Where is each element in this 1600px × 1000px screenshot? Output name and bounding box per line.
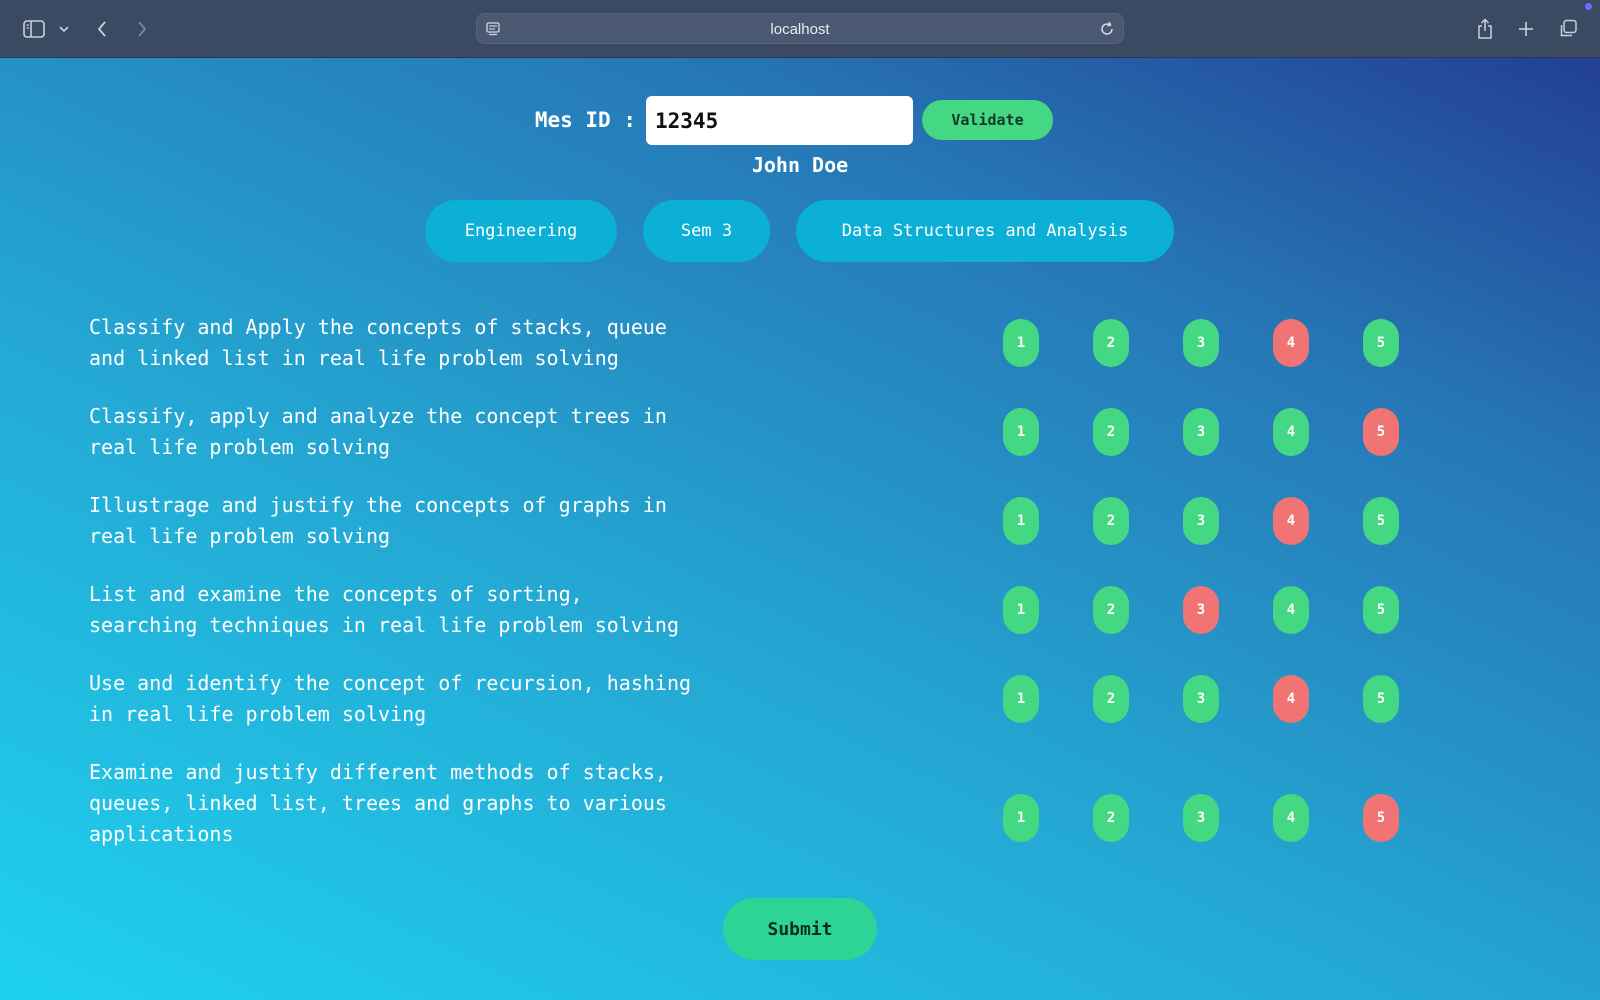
question-text-line: Classify, apply and analyze the concept … [89,404,667,428]
rating-option-3[interactable]: 3 [1183,497,1219,545]
user-name: John Doe [751,153,849,177]
rating-option-2[interactable]: 2 [1093,586,1129,634]
question-text-line: Illustrage and justify the concepts of g… [89,493,667,517]
id-label: Mes ID : [534,108,636,132]
question-text-line: Examine and justify different methods of… [89,760,667,784]
new-tab-icon[interactable] [1516,16,1536,42]
question-text: Illustrage and justify the concepts of g… [89,490,729,552]
submit-button[interactable]: Submit [723,898,877,960]
sidebar-toggle-icon[interactable] [20,16,48,42]
rating-option-5[interactable]: 5 [1363,319,1399,367]
rating-option-4[interactable]: 4 [1273,675,1309,723]
rating-option-4[interactable]: 4 [1273,497,1309,545]
rating-option-4[interactable]: 4 [1273,408,1309,456]
page-content: Mes ID : Validate John Doe Engineering S… [0,58,1600,1000]
question-text-line: Classify and Apply the concepts of stack… [89,315,667,339]
mes-id-input[interactable] [646,96,913,145]
rating-options: 1 2 3 4 5 [1003,794,1423,842]
question-text-line: real life problem solving [89,435,391,459]
rating-options: 1 2 3 4 5 [1003,586,1423,634]
share-icon[interactable] [1474,16,1496,42]
tag-semester[interactable]: Sem 3 [643,200,770,262]
rating-option-2[interactable]: 2 [1093,675,1129,723]
rating-option-1[interactable]: 1 [1003,319,1039,367]
chevron-down-icon[interactable] [56,16,72,42]
rating-options: 1 2 3 4 5 [1003,319,1423,367]
rating-option-5[interactable]: 5 [1363,794,1399,842]
rating-option-1[interactable]: 1 [1003,497,1039,545]
browser-toolbar: localhost [0,0,1600,58]
forward-icon[interactable] [132,16,152,42]
tag-group: Engineering Sem 3 Data Structures and An… [0,200,1600,262]
rating-option-5[interactable]: 5 [1363,586,1399,634]
rating-option-1[interactable]: 1 [1003,794,1039,842]
rating-option-3[interactable]: 3 [1183,586,1219,634]
question-text-line: in real life problem solving [89,702,427,726]
question-text-line: queues, linked list, trees and graphs to… [89,791,667,815]
rating-option-5[interactable]: 5 [1363,408,1399,456]
question-text-line: Use and identify the concept of recursio… [89,671,692,695]
reload-icon[interactable] [1099,21,1115,37]
question-text: List and examine the concepts of sorting… [89,579,729,641]
rating-option-1[interactable]: 1 [1003,586,1039,634]
question-text: Examine and justify different methods of… [89,757,729,850]
address-bar[interactable]: localhost [476,13,1124,44]
tab-overview-icon[interactable] [1556,16,1580,42]
rating-options: 1 2 3 4 5 [1003,497,1423,545]
rating-option-3[interactable]: 3 [1183,408,1219,456]
question-text-line: List and examine the concepts of sorting… [89,582,583,606]
question-text-line: applications [89,822,234,846]
tag-department[interactable]: Engineering [425,200,617,262]
rating-option-1[interactable]: 1 [1003,408,1039,456]
validate-button[interactable]: Validate [922,100,1053,140]
tag-subject[interactable]: Data Structures and Analysis [796,200,1174,262]
rating-option-2[interactable]: 2 [1093,794,1129,842]
rating-options: 1 2 3 4 5 [1003,675,1423,723]
rating-option-3[interactable]: 3 [1183,319,1219,367]
notification-dot [1585,3,1592,10]
rating-options: 1 2 3 4 5 [1003,408,1423,456]
question-text: Use and identify the concept of recursio… [89,668,729,730]
question-text: Classify, apply and analyze the concept … [89,401,729,463]
question-text-line: real life problem solving [89,524,391,548]
rating-option-2[interactable]: 2 [1093,408,1129,456]
url-text: localhost [770,21,830,38]
rating-option-2[interactable]: 2 [1093,319,1129,367]
rating-option-3[interactable]: 3 [1183,675,1219,723]
question-text-line: searching techniques in real life proble… [89,613,680,637]
question-text: Classify and Apply the concepts of stack… [89,312,729,374]
rating-option-4[interactable]: 4 [1273,586,1309,634]
rating-option-4[interactable]: 4 [1273,794,1309,842]
rating-option-3[interactable]: 3 [1183,794,1219,842]
question-text-line: and linked list in real life problem sol… [89,346,619,370]
back-icon[interactable] [92,16,112,42]
rating-option-1[interactable]: 1 [1003,675,1039,723]
rating-option-5[interactable]: 5 [1363,675,1399,723]
rating-option-5[interactable]: 5 [1363,497,1399,545]
rating-option-2[interactable]: 2 [1093,497,1129,545]
rating-option-4[interactable]: 4 [1273,319,1309,367]
id-row: Mes ID : Validate [0,96,1600,146]
